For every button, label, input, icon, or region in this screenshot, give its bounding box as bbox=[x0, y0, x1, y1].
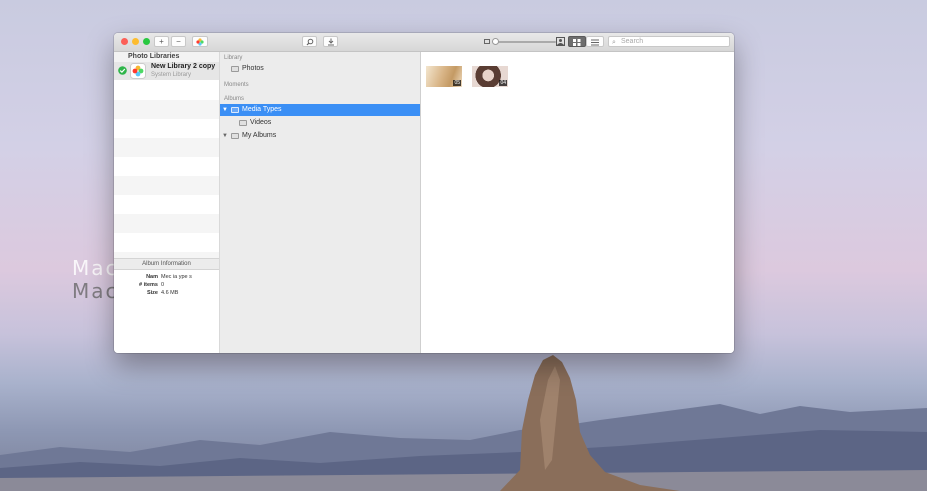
search-placeholder: Search bbox=[621, 38, 644, 45]
info-key: Nam bbox=[146, 274, 158, 280]
app-window: + − ⌕ Search Photo Libraries New Library… bbox=[114, 33, 734, 353]
thumbnail-size-slider-knob[interactable] bbox=[492, 38, 499, 45]
magnify-button[interactable] bbox=[302, 36, 317, 47]
video-duration: 05 bbox=[453, 80, 461, 86]
thumbnail-size-slider[interactable] bbox=[494, 41, 556, 43]
source-item-label: My Albums bbox=[242, 132, 277, 139]
video-thumbnail[interactable]: 05 bbox=[426, 66, 462, 87]
photos-icon bbox=[231, 66, 239, 72]
info-row-items: # items 0 bbox=[114, 282, 219, 288]
video-thumbnail[interactable]: 04 bbox=[472, 66, 508, 87]
source-list: Library Photos Moments Albums ▼ Media Ty… bbox=[220, 52, 421, 353]
search-field[interactable]: ⌕ Search bbox=[608, 36, 730, 47]
source-item-media-types[interactable]: ▼ Media Types bbox=[220, 104, 420, 116]
small-thumbnail-icon bbox=[484, 39, 490, 44]
close-window-button[interactable] bbox=[121, 38, 128, 45]
video-duration: 04 bbox=[499, 80, 507, 86]
source-item-my-albums[interactable]: ▼ My Albums bbox=[220, 130, 420, 142]
library-section-label: Library bbox=[224, 55, 243, 61]
source-item-videos[interactable]: Videos bbox=[220, 117, 420, 129]
folder-icon bbox=[231, 107, 239, 113]
albums-section-label: Albums bbox=[224, 96, 245, 102]
remove-library-button[interactable]: − bbox=[171, 36, 186, 47]
toolbar: + − ⌕ Search bbox=[114, 33, 734, 52]
empty-row bbox=[114, 176, 219, 195]
info-row-size: Size 4.6 MB bbox=[114, 290, 219, 296]
large-thumbnail-icon bbox=[556, 37, 565, 46]
source-item-photos[interactable]: Photos bbox=[220, 63, 420, 75]
export-button[interactable] bbox=[323, 36, 338, 47]
search-icon: ⌕ bbox=[612, 39, 616, 46]
photos-library-icon bbox=[130, 63, 146, 79]
disclosure-triangle-icon[interactable]: ▼ bbox=[222, 130, 228, 142]
info-value: 0 bbox=[161, 282, 165, 288]
moments-section-label: Moments bbox=[224, 82, 249, 88]
empty-row bbox=[114, 214, 219, 233]
disclosure-triangle-icon[interactable]: ▼ bbox=[222, 104, 228, 116]
album-information-header: Album Information bbox=[114, 258, 219, 270]
library-row[interactable]: New Library 2 copy System Library bbox=[114, 62, 219, 80]
library-subtitle: System Library bbox=[151, 72, 192, 78]
photo-grid: 05 04 bbox=[421, 52, 734, 353]
source-item-label: Videos bbox=[250, 119, 272, 126]
info-value: Mec ia ype s bbox=[161, 274, 192, 280]
magnifier-icon bbox=[306, 38, 313, 46]
minimize-window-button[interactable] bbox=[132, 38, 139, 45]
info-row-name: Nam Mec ia ype s bbox=[114, 274, 219, 280]
folder-icon bbox=[231, 133, 239, 139]
photo-libraries-panel: Photo Libraries New Library 2 copy Syste… bbox=[114, 52, 220, 353]
add-library-button[interactable]: + bbox=[154, 36, 169, 47]
zoom-window-button[interactable] bbox=[143, 38, 150, 45]
list-view-icon bbox=[591, 39, 599, 45]
empty-row bbox=[114, 138, 219, 157]
photos-app-button[interactable] bbox=[192, 36, 208, 47]
list-view-button[interactable] bbox=[586, 36, 604, 47]
info-value: 4.6 MB bbox=[161, 290, 179, 296]
info-key: # items bbox=[139, 282, 158, 288]
video-icon bbox=[239, 120, 247, 126]
source-item-label: Photos bbox=[242, 65, 264, 72]
grid-view-icon bbox=[573, 38, 581, 46]
photos-app-icon bbox=[196, 38, 204, 46]
library-name: New Library 2 copy bbox=[151, 63, 216, 70]
checkmark-badge-icon bbox=[118, 66, 127, 75]
info-key: Size bbox=[146, 290, 158, 296]
empty-row bbox=[114, 100, 219, 119]
download-icon bbox=[327, 38, 334, 46]
source-item-label: Media Types bbox=[242, 106, 282, 113]
grid-view-button[interactable] bbox=[568, 36, 586, 47]
